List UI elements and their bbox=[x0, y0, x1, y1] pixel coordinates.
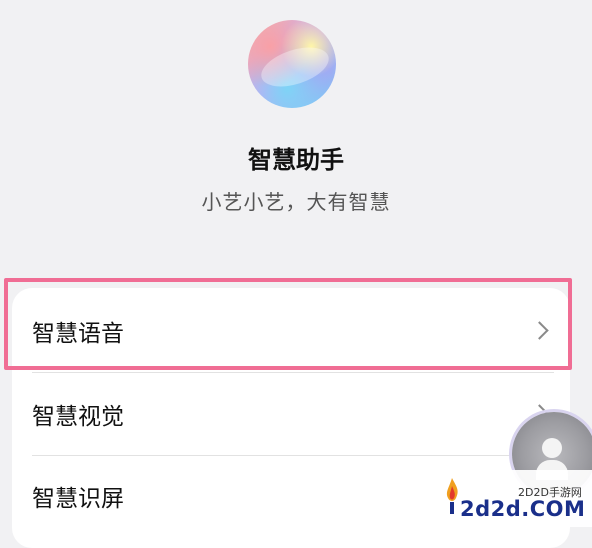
flame-logo-icon bbox=[446, 478, 458, 514]
xiaoyi-logo-icon bbox=[248, 20, 336, 108]
menu-item-smart-vision[interactable]: 智慧视觉 bbox=[12, 374, 570, 454]
watermark-domain: 2d2d.COM bbox=[460, 497, 586, 521]
page-subtitle: 小艺小艺，大有智慧 bbox=[201, 190, 391, 214]
page-title: 智慧助手 bbox=[248, 146, 344, 174]
highlight-frame bbox=[4, 278, 572, 370]
menu-item-label: 智慧视觉 bbox=[32, 404, 124, 430]
divider bbox=[32, 372, 554, 373]
watermark: 2D2D手游网 2d2d.COM bbox=[430, 470, 592, 527]
avatar-head-icon bbox=[542, 438, 562, 458]
menu-item-label: 智慧识屏 bbox=[32, 486, 124, 512]
